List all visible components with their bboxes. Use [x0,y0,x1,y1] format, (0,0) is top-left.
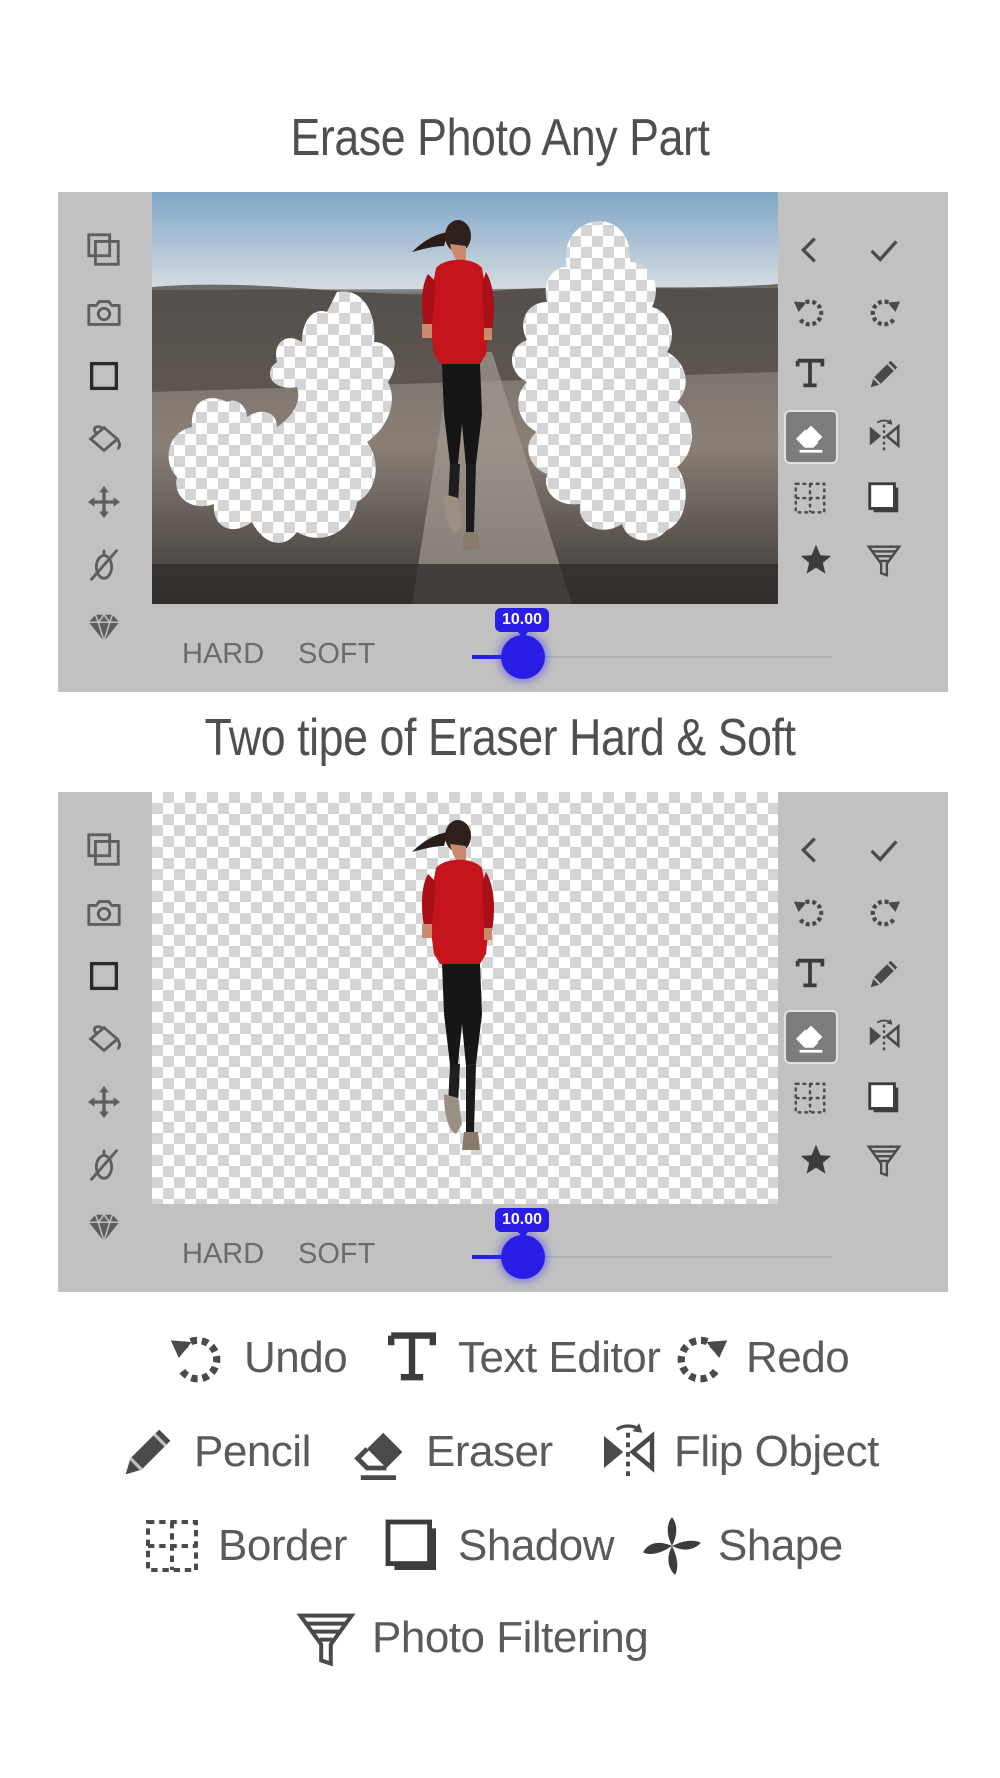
filter-icon[interactable] [860,1136,908,1184]
eraser-icon[interactable] [784,1010,838,1064]
hard-option[interactable]: HARD [182,1238,264,1271]
eraser-settings-bar: HARD SOFT 10.00 [152,604,832,692]
shape-icon [640,1514,704,1578]
border-icon [140,1514,204,1578]
legend-row-2: Pencil Eraser Flip Object [0,1412,1000,1492]
flip-icon[interactable] [860,412,908,460]
camera-icon[interactable] [80,289,128,337]
legend-eraser: Eraser [348,1412,553,1492]
heading-two-erasers: Two tipe of Eraser Hard & Soft [204,709,796,767]
right-toolbar [778,792,948,1292]
legend-text-editor: Text Editor [380,1318,661,1398]
shadow-icon[interactable] [860,1074,908,1122]
layers-icon[interactable] [80,826,128,874]
legend-photo-filtering: Photo Filtering [294,1598,649,1678]
redo-icon[interactable] [860,888,908,936]
legend-shadow: Shadow [380,1506,615,1586]
pencil-icon[interactable] [860,350,908,398]
eraser-settings-bar: HARD SOFT 10.00 [152,1204,832,1292]
pencil-icon[interactable] [860,950,908,998]
shadow-icon [380,1514,444,1578]
move-icon[interactable] [80,1078,128,1126]
diamond-icon[interactable] [80,604,128,652]
no-brush-icon[interactable] [80,541,128,589]
legend-border: Border [140,1506,348,1586]
legend-undo: Undo [166,1318,348,1398]
no-brush-icon[interactable] [80,1141,128,1189]
square-icon[interactable] [80,352,128,400]
border-icon[interactable] [786,1074,834,1122]
redo-icon[interactable] [860,288,908,336]
pencil-icon [116,1420,180,1484]
eraser-icon[interactable] [784,410,838,464]
check-icon[interactable] [860,826,908,874]
flip-icon [596,1420,660,1484]
legend-row-1: Undo Text Editor Redo [0,1318,1000,1398]
soft-option[interactable]: SOFT [298,638,375,671]
star-icon[interactable] [792,1136,840,1184]
size-slider-knob[interactable] [501,1235,545,1279]
diamond-icon[interactable] [80,1204,128,1252]
legend-flip-object: Flip Object [596,1412,879,1492]
back-icon[interactable] [786,226,834,274]
star-icon[interactable] [792,536,840,584]
photo-canvas-erased[interactable] [152,792,778,1204]
legend-row-3: Border Shadow Shape [0,1506,1000,1586]
filter-icon[interactable] [860,536,908,584]
editor-panel-1: HARD SOFT 10.00 [58,192,948,692]
left-toolbar [58,192,152,692]
border-icon[interactable] [786,474,834,522]
legend-shape: Shape [640,1506,843,1586]
layers-icon[interactable] [80,226,128,274]
filter-icon [294,1606,358,1670]
size-slider-knob[interactable] [501,635,545,679]
text-icon[interactable] [786,950,834,998]
back-icon[interactable] [786,826,834,874]
camera-icon[interactable] [80,889,128,937]
runner-cutout [152,792,778,1204]
redo-icon [668,1326,732,1390]
legend-redo: Redo [668,1318,850,1398]
size-slider-value: 10.00 [495,608,549,638]
photo-canvas[interactable] [152,192,778,604]
hard-option[interactable]: HARD [182,638,264,671]
left-toolbar [58,792,152,1292]
undo-icon[interactable] [786,888,834,936]
text-icon[interactable] [786,350,834,398]
check-icon[interactable] [860,226,908,274]
size-slider-value: 10.00 [495,1208,549,1238]
photo-scene [152,192,778,604]
eraser-icon [348,1420,412,1484]
move-icon[interactable] [80,478,128,526]
undo-icon[interactable] [786,288,834,336]
legend-row-4: Photo Filtering [0,1598,1000,1678]
heading-erase-photo: Erase Photo Any Part [290,109,710,167]
undo-icon [166,1326,230,1390]
square-icon[interactable] [80,952,128,1000]
soft-option[interactable]: SOFT [298,1238,375,1271]
flip-icon[interactable] [860,1012,908,1060]
right-toolbar [778,192,948,692]
paint-bucket-icon[interactable] [80,415,128,463]
paint-bucket-icon[interactable] [80,1015,128,1063]
legend-pencil: Pencil [116,1412,311,1492]
shadow-icon[interactable] [860,474,908,522]
editor-panel-2: HARD SOFT 10.00 [58,792,948,1292]
text-icon [380,1326,444,1390]
